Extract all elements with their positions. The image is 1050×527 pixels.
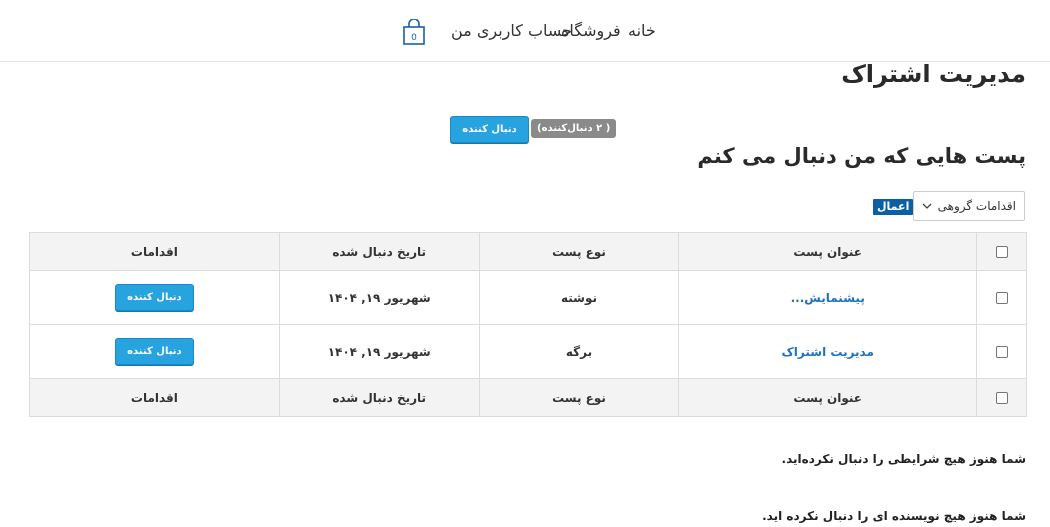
select-all-cell-footer (976, 378, 1027, 417)
post-type: برگه (565, 344, 593, 359)
table-footer-row: عنوان پست نوع پست تاریخ دنبال شده اقداما… (29, 378, 1027, 417)
nav-my-account[interactable]: حساب کاربری من (451, 0, 572, 61)
row-checkbox[interactable] (995, 346, 1008, 358)
select-all-checkbox-footer[interactable] (995, 392, 1008, 404)
bulk-actions-label: اقدامات گروهی (937, 199, 1016, 213)
footer-header-type: نوع پست (478, 378, 680, 417)
post-title-link[interactable]: مدیریت اشتراک (782, 345, 874, 359)
table-row: مدیریت اشتراک برگه شهریور ۱۹, ۱۴۰۴ دنبال… (29, 324, 1027, 379)
page-title: مدیریت اشتراک (841, 60, 1026, 88)
subscriptions-table: عنوان پست نوع پست تاریخ دنبال شده اقداما… (29, 232, 1027, 417)
shopping-bag-icon[interactable]: 0 (403, 19, 425, 45)
column-header-date: تاریخ دنبال شده (278, 232, 480, 271)
no-authors-message: شما هنوز هیچ نویسنده ای را دنبال نکرده ا… (762, 509, 1026, 523)
row-follow-button[interactable]: دنبال کننده (114, 338, 194, 365)
follow-button[interactable]: دنبال کننده (450, 116, 529, 143)
footer-header-actions: اقدامات (29, 378, 280, 417)
chevron-down-icon (922, 203, 932, 209)
post-title-link[interactable]: پیشنمایش... (791, 291, 865, 305)
column-header-title: عنوان پست (678, 232, 978, 271)
table-header-row: عنوان پست نوع پست تاریخ دنبال شده اقداما… (29, 232, 1027, 271)
nav-home[interactable]: خانه (628, 0, 656, 61)
no-conditions-message: شما هنوز هیچ شرایطی را دنبال نکرده‌اید. (781, 452, 1026, 466)
column-header-type: نوع پست (478, 232, 680, 271)
select-all-cell (976, 232, 1027, 271)
followers-count-badge: ( ۲ دنبال‌کننده) (531, 119, 617, 138)
column-header-actions: اقدامات (29, 232, 280, 271)
follow-date: شهریور ۱۹, ۱۴۰۴ (327, 290, 431, 305)
footer-header-date: تاریخ دنبال شده (278, 378, 480, 417)
section-title: پست هایی که من دنبال می کنم (697, 144, 1026, 168)
row-follow-button[interactable]: دنبال کننده (114, 284, 194, 311)
table-row: پیشنمایش... نوشته شهریور ۱۹, ۱۴۰۴ دنبال … (29, 270, 1027, 325)
post-type: نوشته (560, 290, 597, 305)
row-checkbox[interactable] (995, 292, 1008, 304)
apply-button[interactable]: اعمال (873, 199, 914, 215)
follow-date: شهریور ۱۹, ۱۴۰۴ (327, 344, 431, 359)
select-all-checkbox[interactable] (995, 246, 1008, 258)
footer-header-title: عنوان پست (678, 378, 978, 417)
cart-count: 0 (411, 33, 417, 43)
bulk-actions-select[interactable]: اقدامات گروهی (913, 191, 1025, 221)
site-header: خانه فروشگاه حساب کاربری من 0 (0, 0, 1050, 62)
